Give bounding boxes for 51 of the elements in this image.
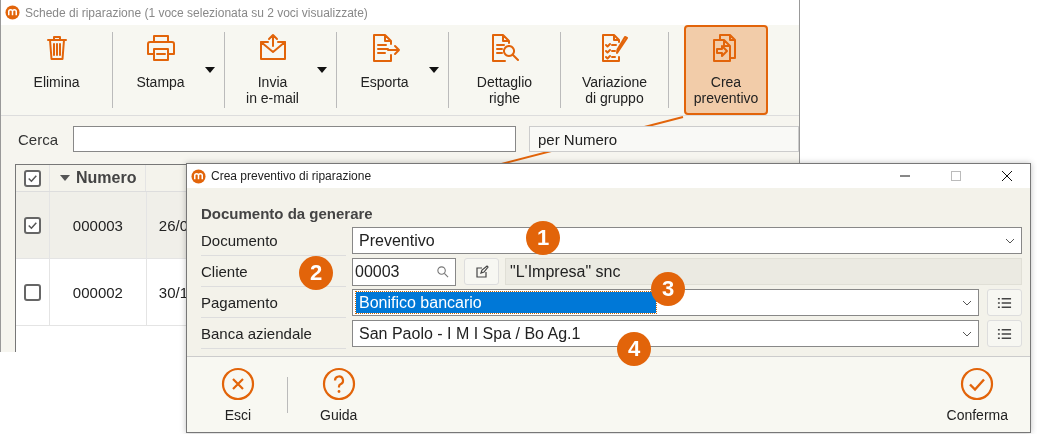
section-heading: Documento da generare [201, 205, 374, 222]
chevron-down-icon [962, 299, 972, 306]
select-all-checkbox[interactable] [24, 169, 41, 187]
chevron-down-icon [1005, 237, 1015, 244]
select-value: Preventivo [358, 231, 435, 251]
toolbar-button[interactable]: Variazione di gruppo [572, 25, 657, 115]
help-icon [321, 366, 356, 401]
checkmark-icon [960, 366, 995, 401]
close-button[interactable]: Esci [209, 366, 267, 423]
chevron-down-icon [962, 330, 972, 337]
list-icon [997, 296, 1012, 309]
toolbar-button[interactable]: Crea preventivo [684, 25, 768, 115]
caret-icon [204, 67, 215, 73]
caret-icon [428, 67, 439, 73]
toolbar-button[interactable]: Dettaglio righe [462, 25, 547, 115]
lookup-field[interactable]: 00003 [352, 257, 456, 286]
field-label: Banca aziendale [201, 324, 312, 342]
sort-select[interactable]: per Numero [529, 126, 799, 152]
sort-caret-icon [60, 175, 70, 181]
field-label: Cliente [201, 262, 248, 280]
close-icon[interactable] [1001, 170, 1013, 182]
toolbar-button[interactable]: Elimina [14, 25, 99, 115]
select-value: Bonifico bancario [356, 292, 656, 313]
search-icon [436, 265, 449, 278]
list-button[interactable] [987, 289, 1022, 316]
select-value: San Paolo - I M I Spa / Bo Ag.1 [358, 324, 581, 344]
close-icon [221, 366, 255, 401]
window-title: Schede di riparazione (1 voce selezionata su 2 voci visualizzate) [25, 5, 368, 20]
toolbar-button[interactable]: Stampa [118, 25, 219, 115]
dialog-title: Crea preventivo di riparazione [211, 169, 372, 183]
table-cell: 000002 [72, 283, 123, 301]
caret-icon [316, 67, 327, 73]
table-cell: 000003 [72, 216, 123, 234]
edit-icon [474, 264, 489, 279]
list-button[interactable] [987, 320, 1022, 347]
search-field[interactable] [73, 126, 516, 152]
confirm-button[interactable]: Conferma [934, 366, 1020, 423]
field-label: Pagamento [201, 293, 278, 311]
field-label: Documento [201, 231, 278, 249]
row-checkbox[interactable] [24, 283, 41, 301]
toolbar-button[interactable]: Invia in e-mail [230, 25, 331, 115]
list-icon [997, 327, 1012, 340]
help-button[interactable]: Guida [308, 366, 370, 423]
app-logo-icon [5, 5, 20, 20]
toolbar-button[interactable]: Esporta [342, 25, 443, 115]
edit-button[interactable] [464, 258, 499, 285]
search-label: Cerca [18, 130, 58, 148]
app-logo-icon [191, 168, 206, 184]
table-row[interactable]: 000002 30/1 [16, 259, 188, 326]
row-checkbox[interactable] [24, 216, 41, 234]
table-cell: 30/1 [158, 283, 188, 301]
